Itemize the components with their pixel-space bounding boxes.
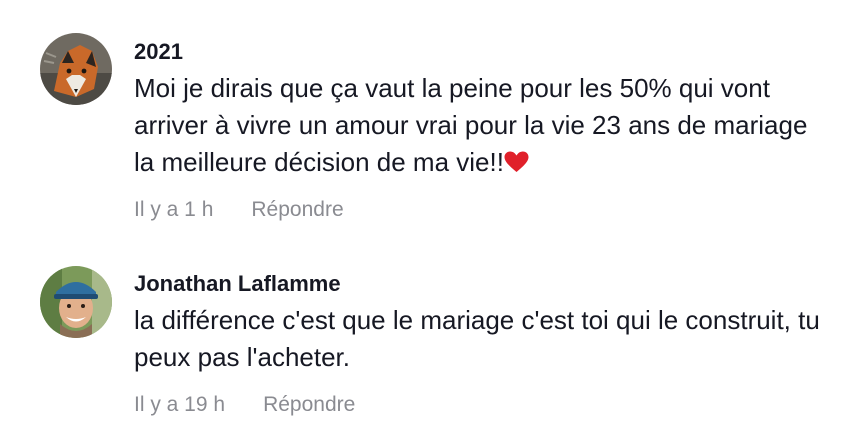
comment-list: 2021 Moi je dirais que ça vaut la peine … — [0, 0, 844, 434]
comment-body: Jonathan Laflamme la différence c'est qu… — [134, 270, 824, 418]
comment-body: 2021 Moi je dirais que ça vaut la peine … — [134, 38, 824, 223]
comment-timestamp: Il y a 19 h — [134, 393, 226, 416]
comment-username[interactable]: Jonathan Laflamme — [134, 270, 824, 298]
comment-text: Moi je dirais que ça vaut la peine pour … — [134, 70, 824, 181]
comment-item: 2021 Moi je dirais que ça vaut la peine … — [0, 0, 844, 240]
comment-text-content: Moi je dirais que ça vaut la peine pour … — [134, 73, 808, 177]
avatar[interactable] — [40, 33, 112, 105]
reply-button[interactable]: Répondre — [263, 392, 355, 418]
fox-avatar-icon — [40, 33, 112, 105]
man-with-cap-avatar-icon — [40, 266, 112, 338]
red-heart-icon — [504, 151, 529, 176]
comment-meta: Il y a 19 h Répondre — [134, 392, 824, 418]
comment-text: la différence c'est que le mariage c'est… — [134, 305, 820, 372]
comment-timestamp: Il y a 1 h — [134, 198, 214, 221]
comment-meta: Il y a 1 h Répondre — [134, 197, 824, 223]
comment-item: Jonathan Laflamme la différence c'est qu… — [0, 252, 844, 434]
avatar[interactable] — [40, 266, 112, 338]
reply-button[interactable]: Répondre — [251, 197, 343, 223]
comment-username[interactable]: 2021 — [134, 38, 824, 66]
